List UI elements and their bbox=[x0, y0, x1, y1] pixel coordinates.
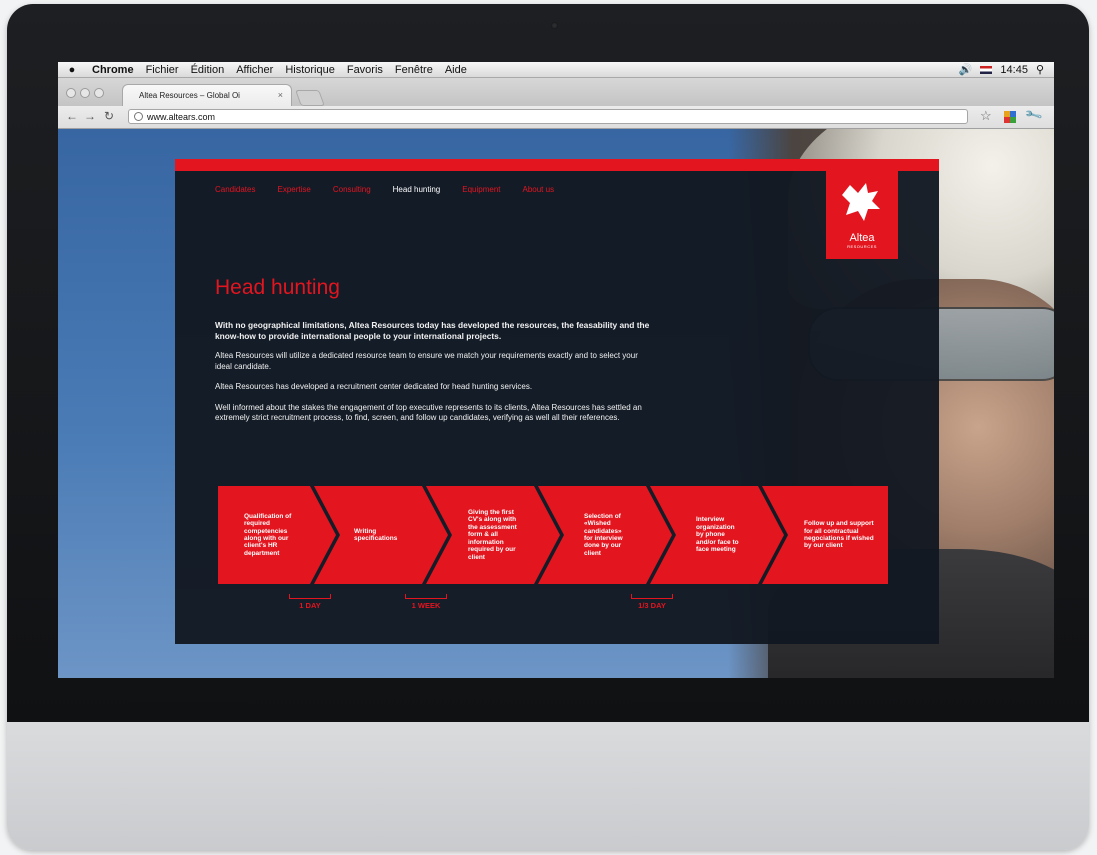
reload-icon[interactable]: ↻ bbox=[104, 109, 114, 123]
mac-menubar: ● Chrome Fichier Édition Afficher Histor… bbox=[58, 62, 1054, 78]
extension-icon[interactable] bbox=[1004, 111, 1016, 123]
paragraph-1: Altea Resources will utilize a dedicated… bbox=[215, 351, 638, 371]
browser-toolbar: ← → ↻ www.altears.com ☆ 🔧 bbox=[58, 105, 1054, 129]
altea-logo[interactable]: Altea RESOURCES bbox=[826, 171, 898, 259]
step-text: Writing specifications bbox=[354, 527, 398, 542]
process-step: Qualification of required competencies a… bbox=[218, 486, 336, 584]
step-text: Follow up and support for all contractua… bbox=[804, 520, 874, 550]
menu-aide[interactable]: Aide bbox=[439, 64, 473, 76]
step-text: Interview organization by phone and/or f… bbox=[696, 516, 739, 554]
volume-icon[interactable]: 🔊 bbox=[959, 63, 973, 76]
wrench-menu-icon[interactable]: 🔧 bbox=[1024, 105, 1044, 125]
duration-text: 1/3 DAY bbox=[638, 601, 666, 610]
nav-equipment[interactable]: Equipment bbox=[462, 185, 500, 194]
lead-paragraph: With no geographical limitations, Altea … bbox=[215, 320, 650, 341]
duration-bracket bbox=[289, 594, 331, 599]
nav-expertise[interactable]: Expertise bbox=[277, 185, 310, 194]
bookmark-star-icon[interactable]: ☆ bbox=[980, 108, 992, 124]
clock[interactable]: 14:45 bbox=[1000, 64, 1028, 76]
tab-title: Altea Resources – Global Oi bbox=[139, 91, 240, 100]
nav-about-us[interactable]: About us bbox=[523, 185, 555, 194]
site-nav: Candidates Expertise Consulting Head hun… bbox=[215, 185, 554, 194]
chrome-tab-strip: Altea Resources – Global Oi × bbox=[58, 78, 1054, 106]
step-text: Giving the first CV's along with the ass… bbox=[468, 509, 517, 561]
window-controls bbox=[66, 88, 104, 98]
logo-name: Altea bbox=[849, 232, 875, 244]
menu-edition[interactable]: Édition bbox=[185, 64, 231, 76]
paragraph-3: Well informed about the stakes the engag… bbox=[215, 402, 642, 423]
nav-consulting[interactable]: Consulting bbox=[333, 185, 371, 194]
new-tab-button[interactable] bbox=[295, 90, 325, 106]
menu-favoris[interactable]: Favoris bbox=[341, 64, 389, 76]
address-bar[interactable]: www.altears.com bbox=[128, 109, 968, 124]
duration-label: 1 WEEK bbox=[401, 594, 451, 610]
duration-label: 1 DAY bbox=[287, 594, 333, 610]
menu-historique[interactable]: Historique bbox=[279, 64, 341, 76]
process-steps: Qualification of required competencies a… bbox=[218, 486, 888, 584]
minimize-window-button[interactable] bbox=[80, 88, 90, 98]
zoom-window-button[interactable] bbox=[94, 88, 104, 98]
nav-candidates[interactable]: Candidates bbox=[215, 185, 255, 194]
page-content: With no geographical limitations, Altea … bbox=[215, 320, 655, 434]
back-arrow-icon[interactable]: ← bbox=[66, 109, 78, 123]
menu-fenetre[interactable]: Fenêtre bbox=[389, 64, 439, 76]
globe-icon bbox=[134, 112, 143, 121]
duration-bracket bbox=[631, 594, 673, 599]
step-text: Selection of «Wished candidates» for int… bbox=[584, 512, 623, 557]
flag-icon[interactable] bbox=[980, 65, 993, 74]
camera-icon bbox=[551, 22, 558, 29]
screen: ● Chrome Fichier Édition Afficher Histor… bbox=[58, 62, 1054, 678]
monitor-chin bbox=[7, 722, 1089, 850]
menu-app-chrome[interactable]: Chrome bbox=[86, 64, 140, 76]
panel-top-bar bbox=[175, 159, 939, 171]
duration-text: 1 WEEK bbox=[411, 601, 441, 610]
menu-afficher[interactable]: Afficher bbox=[230, 64, 279, 76]
browser-tab[interactable]: Altea Resources – Global Oi × bbox=[122, 84, 292, 106]
duration-text: 1 DAY bbox=[299, 601, 321, 610]
step-text: Qualification of required competencies a… bbox=[244, 512, 292, 557]
close-window-button[interactable] bbox=[66, 88, 76, 98]
duration-bracket bbox=[405, 594, 447, 599]
tab-close-icon[interactable]: × bbox=[278, 90, 283, 100]
menu-fichier[interactable]: Fichier bbox=[140, 64, 185, 76]
web-viewport: Candidates Expertise Consulting Head hun… bbox=[58, 129, 1054, 678]
page-title: Head hunting bbox=[215, 276, 340, 299]
url-text: www.altears.com bbox=[147, 111, 216, 122]
nav-head-hunting[interactable]: Head hunting bbox=[393, 185, 441, 194]
forward-arrow-icon[interactable]: → bbox=[84, 109, 96, 123]
content-panel: Candidates Expertise Consulting Head hun… bbox=[175, 159, 939, 644]
logo-mark-icon bbox=[842, 183, 880, 221]
spotlight-search-icon[interactable]: ⚲ bbox=[1036, 63, 1044, 76]
logo-subtitle: RESOURCES bbox=[847, 244, 877, 249]
apple-icon[interactable]: ● bbox=[58, 64, 86, 76]
duration-label: 1/3 DAY bbox=[627, 594, 677, 610]
paragraph-2: Altea Resources has developed a recruitm… bbox=[215, 382, 533, 391]
